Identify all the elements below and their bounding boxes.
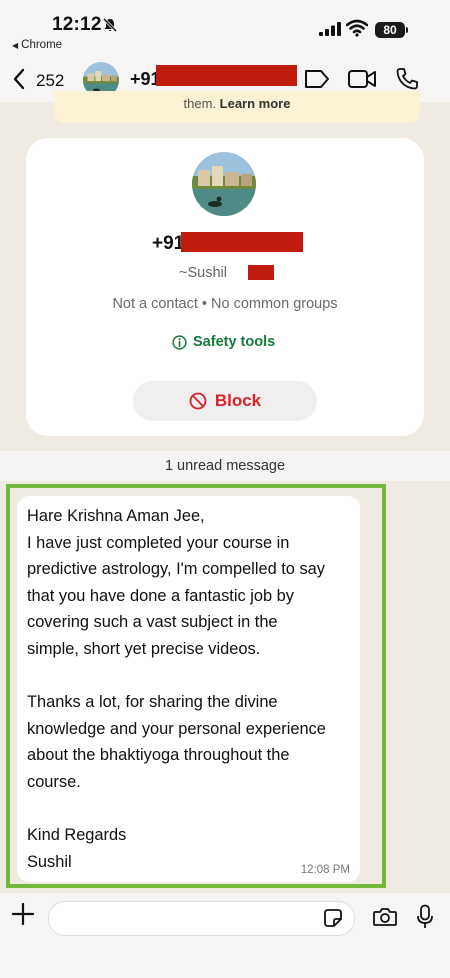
label-tag-icon[interactable] — [303, 68, 331, 90]
message-line: Kind Regards — [27, 826, 127, 845]
video-call-icon[interactable] — [347, 68, 377, 90]
message-input-field[interactable] — [48, 901, 355, 936]
block-icon — [189, 392, 207, 410]
back-app-label: Chrome — [21, 39, 63, 51]
block-button[interactable]: Block — [133, 381, 317, 421]
message-input[interactable] — [61, 902, 325, 935]
back-to-app-link[interactable]: ◀ Chrome — [12, 39, 62, 51]
block-label: Block — [214, 391, 262, 410]
incoming-message-bubble[interactable]: Hare Krishna Aman Jee, I have just compl… — [17, 496, 360, 882]
message-line — [27, 796, 357, 823]
info-circle-icon — [172, 334, 187, 350]
message-line: Hare Krishna Aman Jee, — [27, 507, 205, 525]
redaction-box — [156, 65, 297, 86]
message-line: simple, short yet precise videos. — [27, 639, 261, 658]
battery-tip — [406, 27, 408, 33]
message-line: knowledge and your personal experience — [27, 719, 326, 738]
unread-divider: 1 unread message — [0, 451, 450, 481]
profile-push-name: ~Sushil — [179, 265, 227, 281]
bell-muted-icon — [102, 17, 118, 33]
encryption-banner: them. Learn more — [54, 91, 420, 123]
status-time: 12:12 — [52, 14, 102, 35]
message-line: Thanks a lot, for sharing the divine — [27, 693, 278, 712]
profile-phone: +91 — [152, 233, 185, 254]
plus-icon[interactable] — [11, 902, 35, 926]
message-line: covering such a vast subject in the — [27, 613, 278, 632]
phone-call-icon[interactable] — [395, 67, 419, 91]
unread-chats-count[interactable]: 252 — [36, 71, 64, 91]
contact-avatar-large[interactable] — [192, 152, 256, 216]
safety-tools-button[interactable]: Safety tools — [172, 334, 275, 350]
chevron-left-icon[interactable] — [12, 68, 26, 90]
message-line — [27, 663, 357, 690]
sticker-icon[interactable] — [323, 908, 343, 928]
message-line: about the bhaktiyoga throughout the — [27, 746, 290, 765]
redaction-box — [181, 232, 303, 252]
message-line: predictive astrology, I'm compelled to s… — [27, 560, 325, 579]
message-text: Hare Krishna Aman Jee, I have just compl… — [27, 503, 357, 875]
battery-indicator: 80 — [375, 22, 405, 38]
message-line: that you have done a fantastic job by — [27, 586, 294, 605]
message-line: course. — [27, 772, 81, 791]
wifi-icon — [346, 19, 368, 37]
composer-bar — [0, 893, 450, 978]
microphone-icon[interactable] — [416, 904, 434, 930]
status-bar: 12:12 ◀ Chrome 80 — [0, 0, 450, 56]
message-timestamp: 12:08 PM — [300, 864, 350, 876]
banner-text: them. — [183, 96, 220, 111]
message-line: I have just completed your course in — [27, 533, 290, 552]
safety-tools-label: Safety tools — [193, 334, 276, 350]
learn-more-link[interactable]: Learn more — [220, 96, 291, 111]
redaction-box — [248, 265, 274, 280]
cellular-signal-icon — [319, 22, 341, 36]
contact-status-line: Not a contact • No common groups — [112, 296, 338, 312]
camera-icon[interactable] — [372, 906, 398, 928]
contact-info-card: +91 ~Sushil Not a contact • No common gr… — [26, 138, 424, 436]
